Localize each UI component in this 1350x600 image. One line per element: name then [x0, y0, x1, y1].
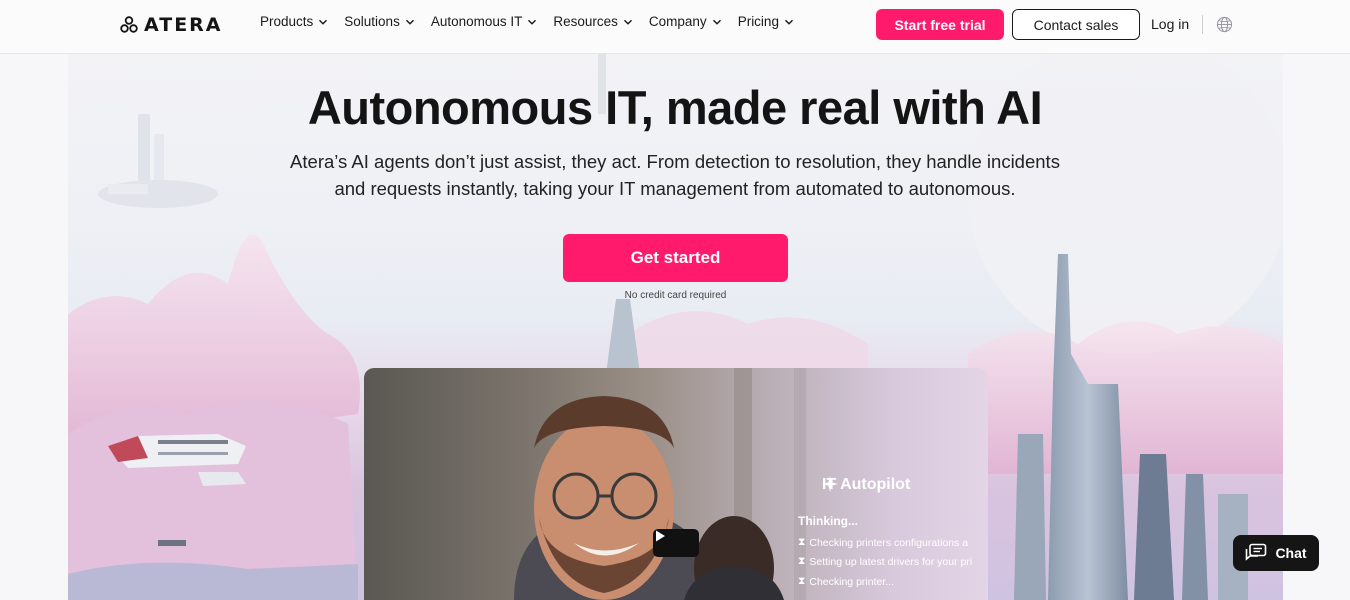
- chat-button[interactable]: Chat: [1233, 535, 1319, 571]
- sparkle-icon: [822, 476, 838, 492]
- menu-label: Products: [260, 14, 314, 29]
- menu-solutions[interactable]: Solutions: [344, 14, 415, 29]
- chevron-down-icon: [319, 19, 328, 25]
- logo-icon: [120, 16, 138, 33]
- menu-label: Autonomous IT: [430, 14, 523, 29]
- menu-autonomous-it[interactable]: Autonomous IT: [431, 14, 538, 29]
- logo-text: ATERA: [144, 14, 223, 36]
- play-button[interactable]: [653, 529, 699, 557]
- hourglass-icon: ⧗: [798, 575, 806, 587]
- menu-label: Solutions: [344, 14, 400, 29]
- play-icon: [656, 530, 665, 542]
- hero-subtitle-line: Atera’s AI agents don’t just assist, the…: [290, 151, 1060, 172]
- menu-label: Pricing: [737, 14, 779, 29]
- top-navigation: ATERA Products Solutions Autonomous IT R…: [0, 0, 1350, 54]
- login-link[interactable]: Log in: [1151, 16, 1189, 32]
- menu-company[interactable]: Company: [649, 14, 722, 29]
- chevron-down-icon: [712, 19, 721, 25]
- atera-logo[interactable]: ATERA: [120, 14, 223, 36]
- menu-label: Company: [648, 14, 707, 29]
- hourglass-icon: ⧗: [798, 555, 806, 567]
- autopilot-step: ⧗ Checking printer...: [798, 575, 894, 588]
- it-autopilot-title: IT Autopilot: [822, 476, 910, 494]
- menu-resources[interactable]: Resources: [553, 14, 633, 29]
- autopilot-step-text: Checking printer...: [809, 575, 895, 588]
- autopilot-thinking: Thinking...: [798, 514, 858, 528]
- autopilot-step: ⧗ Setting up latest drivers for your pri: [798, 555, 972, 568]
- hero-subtitle: Atera’s AI agents don’t just assist, the…: [255, 148, 1095, 202]
- main-menu: Products Solutions Autonomous IT Resourc…: [260, 14, 794, 29]
- chevron-down-icon: [623, 19, 632, 25]
- menu-label: Resources: [553, 14, 618, 29]
- autopilot-step: ⧗ Checking printers configurations a: [798, 536, 968, 549]
- menu-products[interactable]: Products: [260, 14, 328, 29]
- hourglass-icon: ⧗: [798, 536, 806, 548]
- chat-label: Chat: [1275, 545, 1307, 561]
- chevron-down-icon: [528, 19, 537, 25]
- autopilot-step-text: Setting up latest drivers for your pri: [809, 555, 973, 568]
- hero-title: Autonomous IT, made real with AI: [307, 81, 1043, 134]
- chat-bubble-icon: [1246, 543, 1267, 561]
- start-free-trial-button[interactable]: Start free trial: [876, 9, 1004, 40]
- hero-video[interactable]: IT Autopilot Thinking... ⧗ Checking prin…: [364, 368, 988, 600]
- menu-pricing[interactable]: Pricing: [738, 14, 794, 29]
- globe-icon[interactable]: [1216, 16, 1233, 33]
- chevron-down-icon: [784, 19, 793, 25]
- contact-sales-button[interactable]: Contact sales: [1012, 9, 1140, 40]
- get-started-button[interactable]: Get started: [563, 234, 788, 282]
- no-credit-card-note: No credit card required: [624, 290, 727, 301]
- hero-subtitle-line: and requests instantly, taking your IT m…: [334, 178, 1016, 199]
- nav-divider: [1202, 15, 1203, 34]
- autopilot-step-text: Checking printers configurations a: [809, 536, 969, 549]
- chevron-down-icon: [405, 19, 414, 25]
